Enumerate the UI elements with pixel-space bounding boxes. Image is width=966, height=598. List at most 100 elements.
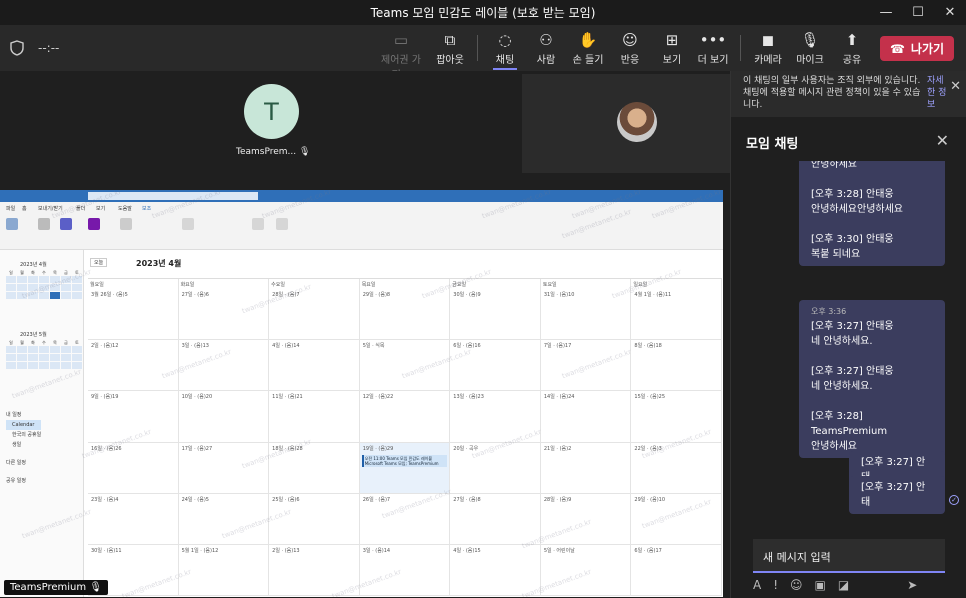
calendar-day-cell[interactable]: 12일 · (음)22 [359,391,451,443]
format-icon[interactable]: A [753,578,761,596]
calendar-event[interactable]: 오전 11:00 Teams 모임 민감도 레이블 Microsoft Team… [361,454,448,467]
maximize-button[interactable]: ☐ [902,0,934,25]
sticker-icon[interactable]: ◪ [838,578,849,596]
calendar-day-cell[interactable]: 4일 · (음)14 [269,340,360,392]
mini-day[interactable] [50,292,60,299]
priority-icon[interactable]: ! [773,578,778,596]
mini-day[interactable] [6,284,16,291]
mini-day[interactable] [6,346,16,353]
mini-day[interactable] [50,300,60,307]
mini-day[interactable] [39,300,49,307]
close-button[interactable]: ✕ [934,0,966,25]
folder-item[interactable]: 공유 일정 [6,476,41,486]
mini-day[interactable] [72,378,82,385]
mini-day[interactable] [50,346,60,353]
calendar-day-cell[interactable]: 21일 · (음)2 [540,442,632,494]
mini-day[interactable] [61,308,71,315]
mini-day[interactable] [6,370,16,377]
close-icon[interactable]: ✕ [950,80,961,93]
folder-item[interactable]: 다른 일정 [6,458,41,468]
mini-day[interactable] [61,354,71,361]
mini-day[interactable] [61,292,71,299]
mini-day[interactable] [28,276,38,283]
mini-day[interactable] [17,276,27,283]
mini-day[interactable] [39,308,49,315]
mini-day[interactable] [17,378,27,385]
mini-day[interactable] [50,362,60,369]
mini-day[interactable] [39,354,49,361]
folder-item[interactable]: 한국의 공휴일 [6,430,41,440]
calendar-day-cell[interactable]: 6일 · (음)17 [631,544,722,596]
mini-day[interactable] [28,370,38,377]
today-button[interactable]: 오늘 [90,258,108,267]
mini-day[interactable] [17,370,27,377]
calendar-day-cell[interactable]: 30일 · (음)9 [450,289,541,341]
calendar-day-cell[interactable]: 4월 1일 · (음)11 [631,289,722,341]
mic-button[interactable]: 🎙 마이크 [788,29,832,66]
mini-day[interactable] [6,300,16,307]
mini-day[interactable] [28,308,38,315]
mini-day[interactable] [72,292,82,299]
reaction-button[interactable]: ☺ 반응 [608,29,652,66]
mini-day[interactable] [6,354,16,361]
calendar-day-cell[interactable]: 19일 · (음)29 오전 11:00 Teams 모임 민감도 레이블 Mic… [359,442,451,494]
people-button[interactable]: ⚇ 사람 [524,29,568,66]
more-info-link[interactable]: 자세한 정보 [927,75,947,111]
mini-day[interactable] [28,354,38,361]
mini-day[interactable] [6,276,16,283]
folder-item[interactable]: 생일 [6,440,41,450]
popout-button[interactable]: ⧉ 팝아웃 [428,29,472,66]
calendar-day-cell[interactable]: 10일 · (음)20 [178,391,270,443]
close-chat-button[interactable]: ✕ [936,131,949,150]
calendar-day-cell[interactable]: 14일 · (음)24 [540,391,632,443]
more-button[interactable]: ••• 더 보기 [691,29,735,66]
calendar-day-cell[interactable]: 23일 · (음)4 [88,493,179,545]
share-button[interactable]: ⬆ 공유 [830,29,874,66]
calendar-day-cell[interactable]: 5월 1일 · (음)12 [178,544,270,596]
mini-day[interactable] [72,300,82,307]
mini-day[interactable] [50,354,60,361]
mini-day[interactable] [28,346,38,353]
mini-day[interactable] [6,378,16,385]
calendar-day-cell[interactable]: 8일 · (음)18 [631,340,722,392]
calendar-day-cell[interactable]: 11일 · (음)21 [269,391,360,443]
calendar-day-cell[interactable]: 6일 · (음)16 [450,340,541,392]
calendar-day-cell[interactable]: 3일 · (음)14 [359,544,451,596]
chat-button[interactable]: ◌ 채팅 [483,29,527,70]
mini-day[interactable] [72,346,82,353]
mini-day[interactable] [61,346,71,353]
mini-day[interactable] [17,300,27,307]
raise-hand-button[interactable]: ✋ 손 들기 [566,29,610,66]
calendar-day-cell[interactable]: 27일 · (음)6 [178,289,270,341]
calendar-day-cell[interactable]: 4일 · (음)15 [450,544,541,596]
folder-item[interactable]: 내 일정 [6,410,41,420]
calendar-day-cell[interactable]: 27일 · (음)8 [450,493,541,545]
mini-day[interactable] [17,362,27,369]
gif-icon[interactable]: ▣ [815,578,826,596]
compose-input[interactable]: 새 메시지 입력 [753,539,945,573]
mini-day[interactable] [39,346,49,353]
mini-day[interactable] [6,292,16,299]
mini-day[interactable] [39,370,49,377]
mini-day[interactable] [72,284,82,291]
calendar-day-cell[interactable]: 25일 · (음)6 [269,493,360,545]
emoji-icon[interactable]: ☺ [790,578,803,596]
leave-button[interactable]: ☎ 나가기 [880,36,954,61]
mini-day[interactable] [72,308,82,315]
mini-day[interactable] [72,354,82,361]
camera-button[interactable]: ◼ 카메라 [746,29,790,66]
mini-day[interactable] [39,362,49,369]
folder-item[interactable]: Calendar [6,420,42,430]
calendar-day-cell[interactable]: 3월 26일 · (음)5 [88,289,179,341]
calendar-day-cell[interactable]: 2일 · (음)12 [88,340,179,392]
view-button[interactable]: ⊞ 보기 [650,29,694,66]
mini-day[interactable] [17,308,27,315]
mini-day[interactable] [61,300,71,307]
calendar-day-cell[interactable]: 17일 · (음)27 [178,442,270,494]
mini-day[interactable] [6,362,16,369]
mini-day[interactable] [17,346,27,353]
calendar-day-cell[interactable]: 29일 · (음)8 [359,289,451,341]
mini-day[interactable] [6,308,16,315]
minimize-button[interactable]: — [870,0,902,25]
mini-day[interactable] [17,354,27,361]
